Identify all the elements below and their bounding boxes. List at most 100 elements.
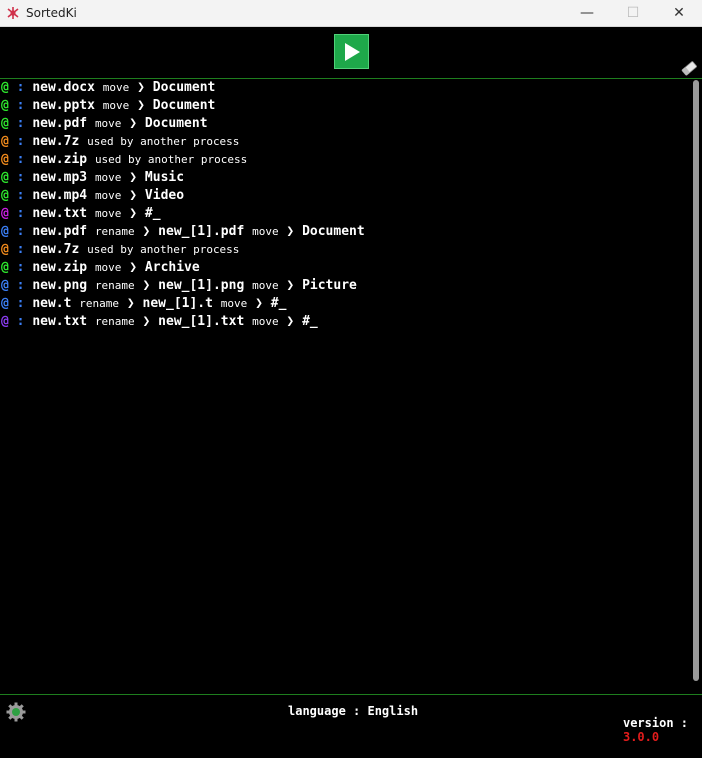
status-marker: @ bbox=[1, 242, 9, 257]
action-text: move bbox=[102, 81, 130, 94]
action-text: move bbox=[94, 189, 122, 202]
window-controls: — ☐ ✕ bbox=[564, 0, 702, 26]
maximize-button[interactable]: ☐ bbox=[610, 0, 656, 26]
target-name: Archive bbox=[144, 260, 200, 275]
target-name: Document bbox=[302, 224, 365, 239]
action-text: move bbox=[94, 207, 122, 220]
action-text: rename bbox=[79, 297, 120, 310]
log-scrollbar[interactable] bbox=[693, 80, 699, 681]
arrow-icon: ❯ bbox=[286, 314, 295, 329]
target-name: new_[1].pdf bbox=[158, 224, 245, 239]
log-line: @ : new.t rename ❯ new_[1].t move ❯ #_ bbox=[0, 295, 692, 313]
separator: : bbox=[16, 152, 25, 167]
log-line: @ : new.mp3 move ❯ Music bbox=[0, 169, 692, 187]
gear-icon[interactable] bbox=[6, 702, 26, 722]
separator: : bbox=[16, 278, 25, 293]
file-name: new.7z bbox=[32, 242, 80, 257]
target-name: Video bbox=[144, 188, 185, 203]
arrow-icon: ❯ bbox=[129, 260, 138, 275]
status-marker: @ bbox=[1, 260, 9, 275]
file-name: new.mp4 bbox=[32, 188, 88, 203]
toolbar bbox=[0, 27, 702, 79]
arrow-icon: ❯ bbox=[142, 278, 151, 293]
minimize-button[interactable]: — bbox=[564, 0, 610, 26]
status-marker: @ bbox=[1, 152, 9, 167]
status-marker: @ bbox=[1, 188, 9, 203]
log-output: @ : new.docx move ❯ Document @ : new.pptx… bbox=[0, 79, 692, 693]
target-name: new_[1].txt bbox=[158, 314, 245, 329]
file-name: new.pdf bbox=[32, 116, 88, 131]
arrow-icon: ❯ bbox=[142, 224, 151, 239]
arrow-icon: ❯ bbox=[129, 170, 138, 185]
log-line: @ : new.zip move ❯ Archive bbox=[0, 259, 692, 277]
separator: : bbox=[16, 170, 25, 185]
file-name: new.docx bbox=[32, 80, 95, 95]
target-name: Document bbox=[152, 98, 216, 113]
arrow-icon: ❯ bbox=[142, 314, 151, 329]
file-name: new.mp3 bbox=[32, 170, 88, 185]
separator: : bbox=[16, 224, 25, 239]
log-line: @ : new.txt move ❯ #_ bbox=[0, 205, 692, 223]
file-name: new.7z bbox=[32, 134, 80, 149]
arrow-icon: ❯ bbox=[286, 278, 295, 293]
arrow-icon: ❯ bbox=[137, 98, 145, 113]
separator: : bbox=[16, 134, 25, 149]
target-name: Document bbox=[144, 116, 208, 131]
action-text: move bbox=[94, 171, 122, 184]
status-marker: @ bbox=[1, 296, 9, 311]
log-line: @ : new.7z used by another process bbox=[0, 241, 692, 259]
separator: : bbox=[16, 242, 25, 257]
play-icon bbox=[344, 42, 360, 61]
action-text: rename bbox=[94, 225, 135, 238]
file-name: new.zip bbox=[32, 152, 88, 167]
target-name: #_ bbox=[144, 206, 161, 221]
scrollbar-thumb[interactable] bbox=[693, 80, 699, 681]
window-title: SortedKi bbox=[26, 6, 77, 20]
log-line: @ : new.docx move ❯ Document bbox=[0, 79, 692, 97]
eraser-icon[interactable] bbox=[680, 60, 698, 76]
status-marker: @ bbox=[1, 170, 9, 185]
target-name: Music bbox=[144, 170, 185, 185]
version-label: version : bbox=[622, 716, 688, 730]
file-name: new.png bbox=[32, 278, 88, 293]
arrow-icon: ❯ bbox=[255, 296, 263, 311]
close-button[interactable]: ✕ bbox=[656, 0, 702, 26]
file-name: new.zip bbox=[32, 260, 88, 275]
arrow-icon: ❯ bbox=[129, 188, 138, 203]
status-marker: @ bbox=[1, 98, 9, 113]
target-name: Picture bbox=[302, 278, 357, 293]
arrow-icon: ❯ bbox=[286, 224, 295, 239]
action-text: rename bbox=[94, 315, 135, 328]
action-text: used by another process bbox=[87, 243, 240, 256]
target-name: new_[1].t bbox=[142, 296, 213, 311]
file-name: new.pptx bbox=[32, 98, 95, 113]
target-name: new_[1].png bbox=[158, 278, 245, 293]
separator: : bbox=[16, 260, 25, 275]
log-line: @ : new.pdf move ❯ Document bbox=[0, 115, 692, 133]
action-text: move bbox=[94, 261, 122, 274]
target-name: Document bbox=[152, 80, 216, 95]
action-text: move bbox=[94, 117, 122, 130]
status-marker: @ bbox=[1, 116, 9, 131]
language-label[interactable]: language : English bbox=[288, 704, 418, 718]
log-line: @ : new.mp4 move ❯ Video bbox=[0, 187, 692, 205]
target-name: #_ bbox=[302, 314, 318, 329]
status-marker: @ bbox=[1, 314, 9, 329]
arrow-icon: ❯ bbox=[126, 296, 135, 311]
separator: : bbox=[16, 296, 25, 311]
arrow-icon: ❯ bbox=[137, 80, 145, 95]
file-name: new.txt bbox=[32, 206, 88, 221]
action-text: used by another process bbox=[94, 153, 248, 166]
status-marker: @ bbox=[1, 224, 9, 239]
arrow-icon: ❯ bbox=[129, 116, 138, 131]
version-info: version : 3.0.0 bbox=[594, 702, 688, 758]
file-name: new.txt bbox=[32, 314, 88, 329]
action-text: used by another process bbox=[87, 135, 240, 148]
title-bar: SortedKi — ☐ ✕ bbox=[0, 0, 702, 27]
separator: : bbox=[16, 206, 25, 221]
run-button[interactable] bbox=[334, 34, 369, 69]
target-name: #_ bbox=[270, 296, 287, 311]
action-text: move bbox=[252, 279, 279, 292]
file-name: new.t bbox=[32, 296, 72, 311]
separator: : bbox=[16, 188, 25, 203]
